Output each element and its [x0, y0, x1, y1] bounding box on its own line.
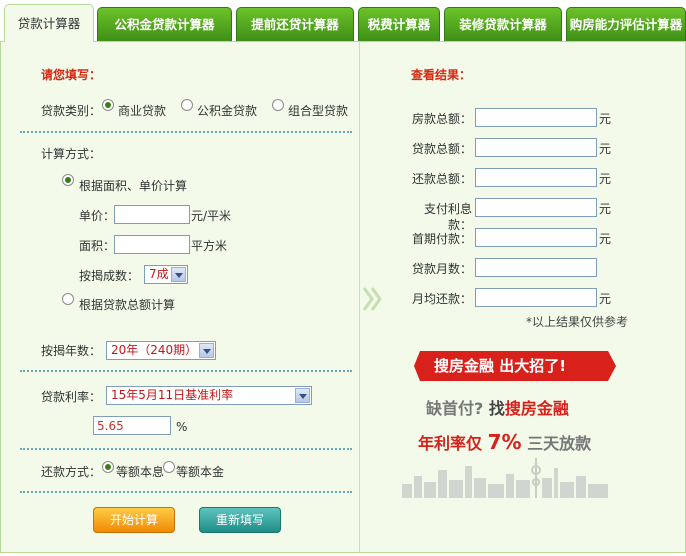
divider	[20, 491, 352, 493]
tab-affordability-calculator[interactable]: 购房能力评估计算器	[566, 7, 686, 41]
result-unit: 元	[599, 172, 612, 186]
unit-price-input[interactable]	[114, 205, 190, 224]
form-title: 请您填写：	[41, 68, 102, 82]
loan-type-provident-radio[interactable]	[181, 99, 193, 111]
ad-line-2a: 年利率仅	[418, 434, 483, 453]
tab-renovation-loan-calculator[interactable]: 装修贷款计算器	[444, 7, 562, 41]
method-area-radio[interactable]	[62, 174, 74, 186]
years-select-value: 20年（240期）	[111, 343, 198, 357]
repay-equal-principal-label: 等额本金	[176, 465, 225, 479]
result-field[interactable]	[475, 228, 597, 247]
rate-label: 贷款利率：	[41, 390, 102, 404]
tab-provident-fund-calculator[interactable]: 公积金贷款计算器	[97, 7, 232, 41]
tab-prepayment-calculator[interactable]: 提前还贷计算器	[236, 7, 354, 41]
double-chevron-right-icon	[362, 287, 382, 311]
ratio-select[interactable]: 7成	[144, 265, 188, 284]
ad-line-2c: 三天放款	[527, 434, 592, 453]
result-label: 房款总额：	[411, 112, 472, 126]
tab-bar: 贷款计算器 公积金贷款计算器 提前还贷计算器 税费计算器 装修贷款计算器 购房能…	[0, 0, 686, 42]
loan-type-provident-label: 公积金贷款	[197, 104, 258, 118]
result-field[interactable]	[475, 198, 597, 217]
result-unit: 元	[599, 112, 612, 126]
result-label: 支付利息款：	[423, 202, 472, 232]
result-field[interactable]	[475, 108, 597, 127]
result-label: 贷款月数：	[411, 262, 472, 276]
result-label: 贷款总额：	[411, 142, 472, 156]
years-select[interactable]: 20年（240期）	[106, 341, 216, 360]
ad-banner-text: 搜房金融 出大招了!	[434, 357, 567, 375]
area-label: 面积：	[79, 239, 116, 253]
ad-line-1b: 找	[488, 399, 505, 418]
divider	[20, 448, 352, 450]
chevron-down-icon[interactable]	[199, 343, 214, 358]
loan-type-combined-label: 组合型贷款	[288, 104, 349, 118]
area-input[interactable]	[114, 235, 190, 254]
loan-type-combined-radio[interactable]	[272, 99, 284, 111]
result-unit: 元	[599, 232, 612, 246]
result-unit: 元	[599, 142, 612, 156]
repay-equal-installment-label: 等额本息	[116, 465, 165, 479]
ad-line-1c: 搜房金融	[504, 399, 569, 418]
city-skyline-illustration	[402, 458, 608, 498]
unit-price-label: 单价：	[79, 209, 116, 223]
years-label: 按揭年数：	[41, 344, 102, 358]
tab-loan-calculator[interactable]: 贷款计算器	[4, 4, 94, 42]
ratio-select-value: 7成	[149, 267, 169, 281]
ad-line-2b: 7%	[487, 430, 522, 454]
calc-method-label: 计算方式：	[41, 147, 102, 161]
results-title: 查看结果：	[411, 68, 472, 82]
ad-banner[interactable]: 搜房金融 出大招了!	[414, 351, 616, 381]
rate-select[interactable]: 15年5月11日基准利率	[106, 386, 312, 405]
result-label: 首期付款：	[411, 232, 472, 246]
area-unit: 平方米	[191, 239, 228, 253]
chevron-down-icon[interactable]	[295, 388, 310, 403]
ad-line-1[interactable]: 缺首付? 找搜房金融	[426, 399, 569, 419]
method-area-label: 根据面积、单价计算	[79, 179, 188, 193]
rate-input[interactable]	[93, 416, 171, 435]
tab-tax-calculator[interactable]: 税费计算器	[358, 7, 440, 41]
result-field[interactable]	[475, 288, 597, 307]
ad-line-1a: 缺首付?	[426, 399, 484, 418]
result-field[interactable]	[475, 138, 597, 157]
chevron-down-icon[interactable]	[171, 267, 186, 282]
result-label: 月均还款：	[411, 292, 472, 306]
reset-button[interactable]: 重新填写	[199, 507, 281, 533]
rate-unit: %	[176, 420, 188, 434]
rate-select-value: 15年5月11日基准利率	[111, 388, 234, 402]
results-note: *以上结果仅供参考	[526, 315, 629, 329]
column-divider	[359, 41, 360, 553]
method-total-radio[interactable]	[62, 293, 74, 305]
result-unit: 元	[599, 292, 612, 306]
result-field[interactable]	[475, 258, 597, 277]
repay-equal-principal-radio[interactable]	[163, 461, 175, 473]
loan-type-commercial-label: 商业贷款	[118, 104, 167, 118]
result-unit: 元	[599, 202, 612, 216]
loan-type-label: 贷款类别：	[41, 104, 102, 118]
divider	[20, 370, 352, 372]
unit-price-unit: 元/平米	[191, 209, 232, 223]
ad-line-2[interactable]: 年利率仅 7% 三天放款	[418, 431, 591, 455]
result-field[interactable]	[475, 168, 597, 187]
repay-equal-installment-radio[interactable]	[102, 461, 114, 473]
loan-type-commercial-radio[interactable]	[102, 99, 114, 111]
divider	[20, 131, 352, 133]
result-label: 还款总额：	[411, 172, 472, 186]
calculate-button[interactable]: 开始计算	[93, 507, 175, 533]
repay-label: 还款方式：	[41, 465, 102, 479]
method-total-label: 根据贷款总额计算	[79, 298, 176, 312]
ratio-label: 按揭成数：	[79, 269, 140, 283]
